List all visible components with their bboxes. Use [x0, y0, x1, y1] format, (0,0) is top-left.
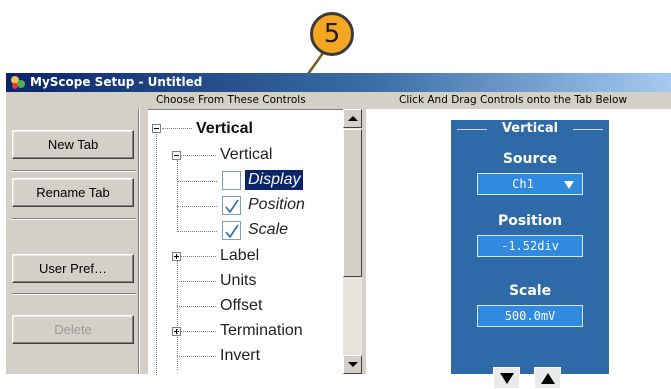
tree-group-vertical[interactable]: Vertical	[220, 145, 272, 165]
checkmark-icon	[225, 224, 239, 239]
arrow-up-icon	[348, 116, 358, 121]
drag-controls-header: Click And Drag Controls onto the Tab Bel…	[399, 94, 628, 106]
scale-field[interactable]: 500.0mV	[477, 305, 583, 327]
tree-item-label[interactable]: Label	[220, 246, 259, 266]
tree-item-invert[interactable]: Invert	[220, 346, 260, 366]
checkbox-position[interactable]	[222, 196, 241, 215]
scale-label: Scale	[508, 283, 552, 299]
user-pref-button[interactable]: User Pref…	[12, 254, 134, 283]
panel-divider	[138, 109, 140, 374]
source-dropdown[interactable]: Ch1	[477, 173, 583, 195]
tree-item-offset[interactable]: Offset	[220, 296, 262, 316]
checkbox-scale[interactable]	[222, 221, 241, 240]
scroll-thumb[interactable]	[343, 129, 362, 277]
collapse-icon[interactable]	[172, 151, 181, 160]
position-label: Position	[497, 213, 563, 229]
rename-tab-button[interactable]: Rename Tab	[12, 178, 134, 207]
source-label: Source	[502, 151, 558, 167]
tree-item-position[interactable]: Position	[248, 195, 305, 215]
tree-item-termination[interactable]: Termination	[220, 321, 303, 341]
scale-down-button[interactable]	[493, 367, 520, 389]
separator	[12, 293, 136, 295]
scroll-down-button[interactable]	[343, 355, 362, 374]
choose-controls-header: Choose From These Controls	[156, 94, 306, 106]
scroll-up-button[interactable]	[343, 109, 362, 128]
tree-item-scale[interactable]: Scale	[248, 220, 288, 240]
myscope-setup-window: MyScope Setup - Untitled Choose From The…	[6, 73, 671, 389]
source-value: Ch1	[512, 177, 534, 191]
tree-item-units[interactable]: Units	[220, 271, 256, 291]
position-field[interactable]: -1.52div	[477, 235, 583, 257]
callout-number-badge: 5	[310, 12, 354, 56]
tree-scrollbar[interactable]	[343, 109, 362, 374]
dropdown-arrow-icon	[564, 181, 574, 189]
new-tab-button[interactable]: New Tab	[12, 130, 134, 159]
vertical-control-panel: Vertical Source Ch1 Position -1.52div Sc…	[451, 120, 609, 374]
separator	[12, 170, 136, 172]
triangle-up-icon	[541, 373, 555, 384]
controls-tree[interactable]: Vertical Vertical Display Position Scale…	[148, 109, 343, 375]
window-title: MyScope Setup - Untitled	[30, 75, 203, 89]
arrow-down-icon	[348, 362, 358, 367]
triangle-down-icon	[500, 373, 514, 384]
scale-up-button[interactable]	[534, 367, 561, 389]
app-icon	[11, 76, 25, 89]
tree-root-vertical[interactable]: Vertical	[196, 119, 253, 139]
checkbox-display[interactable]	[222, 171, 241, 190]
delete-button[interactable]: Delete	[12, 315, 134, 344]
title-bar[interactable]: MyScope Setup - Untitled	[6, 73, 671, 92]
separator	[12, 218, 136, 220]
tree-item-display[interactable]: Display	[245, 170, 304, 190]
checkmark-icon	[225, 199, 239, 214]
collapse-icon[interactable]	[152, 124, 161, 133]
